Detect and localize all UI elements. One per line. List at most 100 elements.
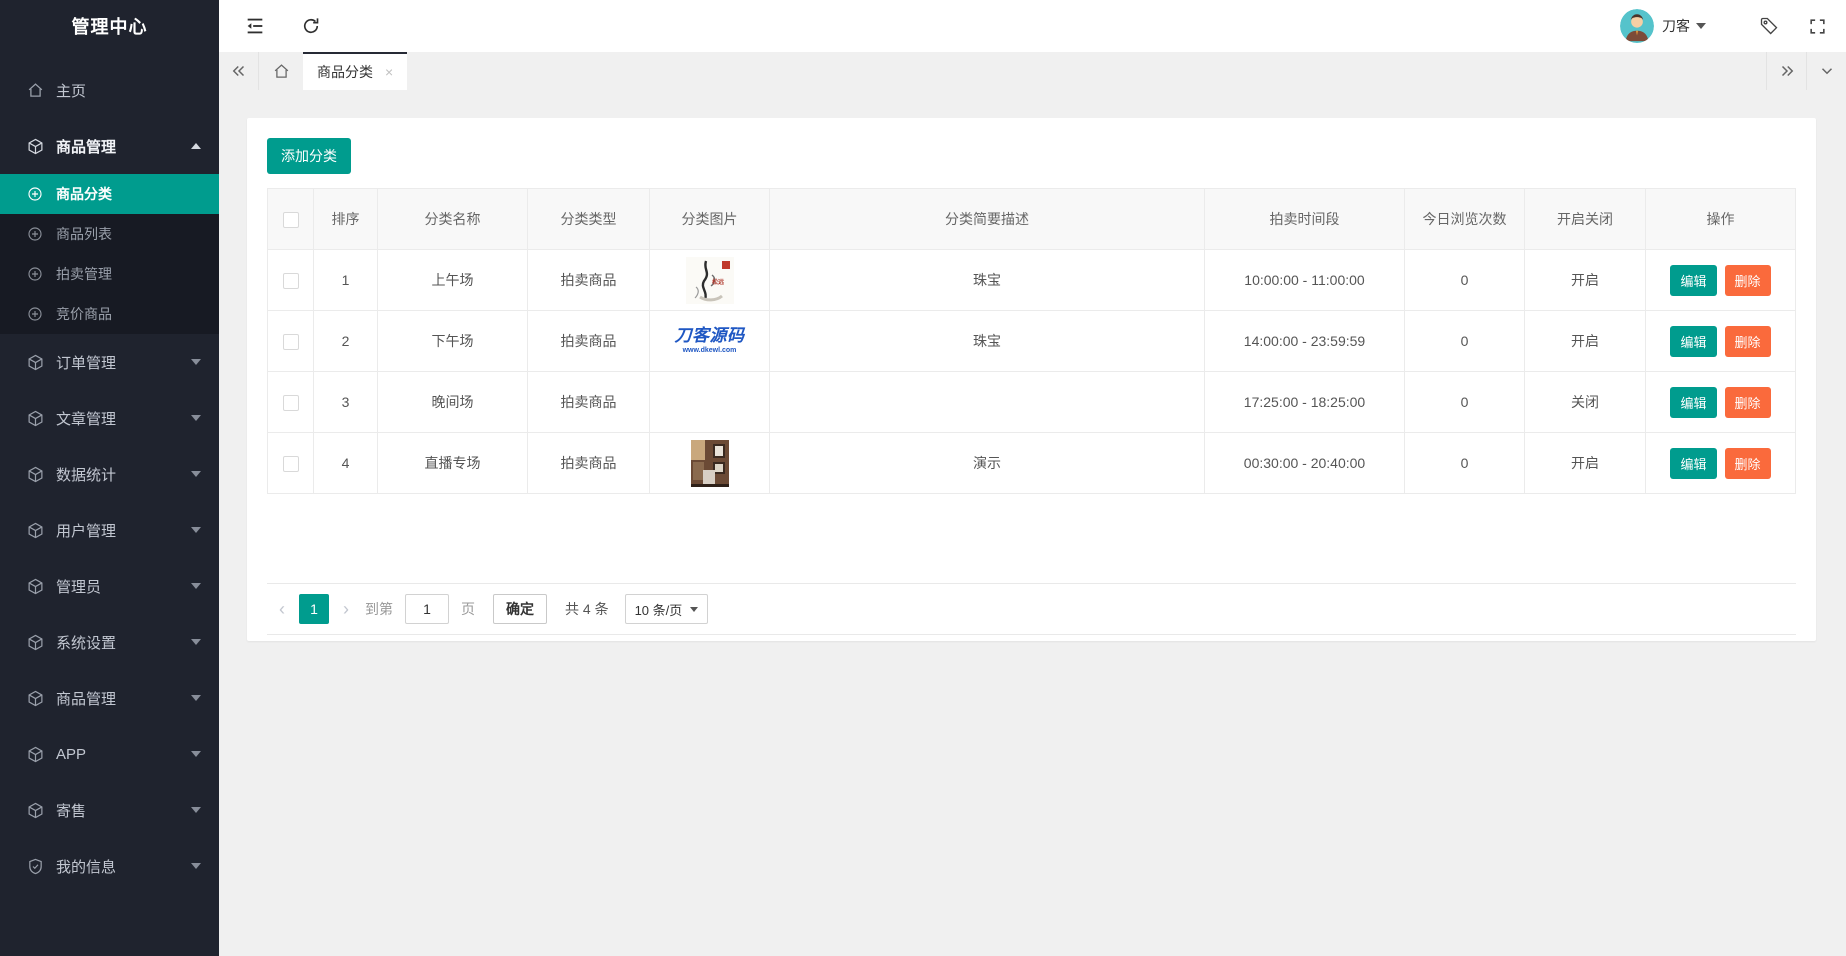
cell-image: [649, 371, 770, 433]
cell-order: 1: [313, 249, 378, 311]
header-type: 分类类型: [527, 188, 650, 250]
sidebar-group-goods[interactable]: 商品管理: [0, 118, 219, 174]
pagination-bar: ‹ 1 › 到第 页 确定 共 4 条 10 条/页: [267, 583, 1796, 635]
sidebar-item-bidding-goods[interactable]: 竞价商品: [0, 294, 219, 334]
sidebar-group-orders[interactable]: 订单管理: [0, 334, 219, 390]
edit-button[interactable]: 编辑: [1670, 447, 1717, 479]
refresh-icon[interactable]: [299, 14, 323, 38]
caret-down-icon: [191, 359, 201, 365]
delete-button[interactable]: 删除: [1724, 447, 1771, 479]
home-tab-icon[interactable]: [259, 52, 303, 90]
cell-name: 直播专场: [377, 432, 528, 494]
plus-circle-icon: [26, 305, 44, 323]
avatar: [1620, 9, 1654, 43]
category-image-ink-painting: 松远: [685, 256, 734, 304]
sidebar-item-auction-manage[interactable]: 拍卖管理: [0, 254, 219, 294]
cube-icon: [26, 577, 44, 595]
add-category-button[interactable]: 添加分类: [267, 138, 351, 174]
cell-views: 0: [1404, 249, 1525, 311]
sidebar-group-label: 数据统计: [56, 466, 117, 484]
cell-order: 3: [313, 371, 378, 433]
scroll-tabs-left-icon[interactable]: [219, 52, 259, 90]
edit-button[interactable]: 编辑: [1670, 264, 1717, 296]
goto-page-input[interactable]: [405, 594, 449, 624]
tag-icon[interactable]: [1758, 15, 1780, 37]
cell-actions: 编辑 删除: [1645, 432, 1796, 494]
user-name: 刀客: [1662, 18, 1690, 34]
cell-image: [649, 432, 770, 494]
cell-time: 00:30:00 - 20:40:00: [1204, 432, 1405, 494]
tab-options-icon[interactable]: [1806, 52, 1846, 90]
close-tab-icon[interactable]: ×: [385, 64, 393, 80]
sidebar-item-category[interactable]: 商品分类: [0, 174, 219, 214]
home-icon: [26, 81, 44, 99]
sidebar-group-label: APP: [56, 745, 87, 763]
sidebar-group-admins[interactable]: 管理员: [0, 558, 219, 614]
cube-icon: [26, 689, 44, 707]
cell-time: 10:00:00 - 11:00:00: [1204, 249, 1405, 311]
cube-icon: [26, 465, 44, 483]
sidebar-group-goods2[interactable]: 商品管理: [0, 670, 219, 726]
collapse-menu-icon[interactable]: [243, 14, 267, 38]
cell-type: 拍卖商品: [527, 249, 650, 311]
edit-button[interactable]: 编辑: [1670, 325, 1717, 357]
cube-icon: [26, 801, 44, 819]
sidebar-group-consignment[interactable]: 寄售: [0, 782, 219, 838]
scroll-tabs-right-icon[interactable]: [1766, 52, 1806, 90]
logo-text: 刀客源码: [674, 326, 745, 345]
header-order: 排序: [313, 188, 378, 250]
sidebar-group-statistics[interactable]: 数据统计: [0, 446, 219, 502]
header-image: 分类图片: [649, 188, 770, 250]
delete-button[interactable]: 删除: [1724, 386, 1771, 418]
caret-down-icon: [191, 639, 201, 645]
tab-bar: 商品分类 ×: [219, 52, 1846, 90]
row-checkbox[interactable]: [282, 272, 299, 289]
delete-button[interactable]: 删除: [1724, 325, 1771, 357]
cell-status: 开启: [1524, 432, 1646, 494]
sidebar-item-label: 商品列表: [56, 226, 112, 242]
next-page-icon[interactable]: ›: [335, 599, 357, 620]
cell-status: 开启: [1524, 249, 1646, 311]
current-page-button[interactable]: 1: [299, 594, 329, 624]
sidebar-submenu: 商品分类 商品列表 拍卖管理 竞价商品: [0, 174, 219, 334]
tab-category[interactable]: 商品分类 ×: [303, 52, 408, 90]
sidebar-item-label: 商品分类: [56, 186, 112, 202]
tabbar-spacer: [407, 52, 1766, 90]
sidebar-item-goods-list[interactable]: 商品列表: [0, 214, 219, 254]
delete-button[interactable]: 删除: [1724, 264, 1771, 296]
select-all-checkbox[interactable]: [282, 211, 299, 228]
tab-label: 商品分类: [317, 64, 373, 80]
shield-check-icon: [26, 857, 44, 875]
caret-down-icon: [1696, 23, 1706, 29]
cell-desc: 演示: [769, 432, 1205, 494]
sidebar-group-articles[interactable]: 文章管理: [0, 390, 219, 446]
header-status: 开启关闭: [1524, 188, 1646, 250]
confirm-page-button[interactable]: 确定: [493, 594, 547, 624]
main-area: 刀客 商品分类 × 添加分类 排序 分类名称 分类类型 分类图片 分类简要描述 …: [219, 0, 1846, 956]
user-menu[interactable]: 刀客: [1620, 9, 1706, 43]
sidebar-item-label: 主页: [56, 82, 87, 100]
row-checkbox[interactable]: [282, 333, 299, 350]
sidebar-item-label: 拍卖管理: [56, 266, 112, 282]
cell-order: 4: [313, 432, 378, 494]
cell-name: 晚间场: [377, 371, 528, 433]
sidebar-group-app[interactable]: APP: [0, 726, 219, 782]
sidebar-group-users[interactable]: 用户管理: [0, 502, 219, 558]
cell-image: 松远: [649, 249, 770, 311]
edit-button[interactable]: 编辑: [1670, 386, 1717, 418]
caret-down-icon: [191, 863, 201, 869]
cell-status: 关闭: [1524, 371, 1646, 433]
row-checkbox[interactable]: [282, 394, 299, 411]
caret-down-icon: [191, 807, 201, 813]
per-page-value: 10 条/页: [634, 602, 683, 618]
sidebar-group-my-info[interactable]: 我的信息: [0, 838, 219, 894]
sidebar-group-settings[interactable]: 系统设置: [0, 614, 219, 670]
per-page-select[interactable]: 10 条/页: [624, 594, 709, 624]
prev-page-icon[interactable]: ‹: [271, 599, 293, 620]
row-checkbox[interactable]: [282, 455, 299, 472]
plus-circle-icon: [26, 185, 44, 203]
header-actions: 操作: [1645, 188, 1796, 250]
sidebar-item-home[interactable]: 主页: [0, 62, 219, 118]
cell-desc: 珠宝: [769, 249, 1205, 311]
fullscreen-icon[interactable]: [1806, 15, 1828, 37]
